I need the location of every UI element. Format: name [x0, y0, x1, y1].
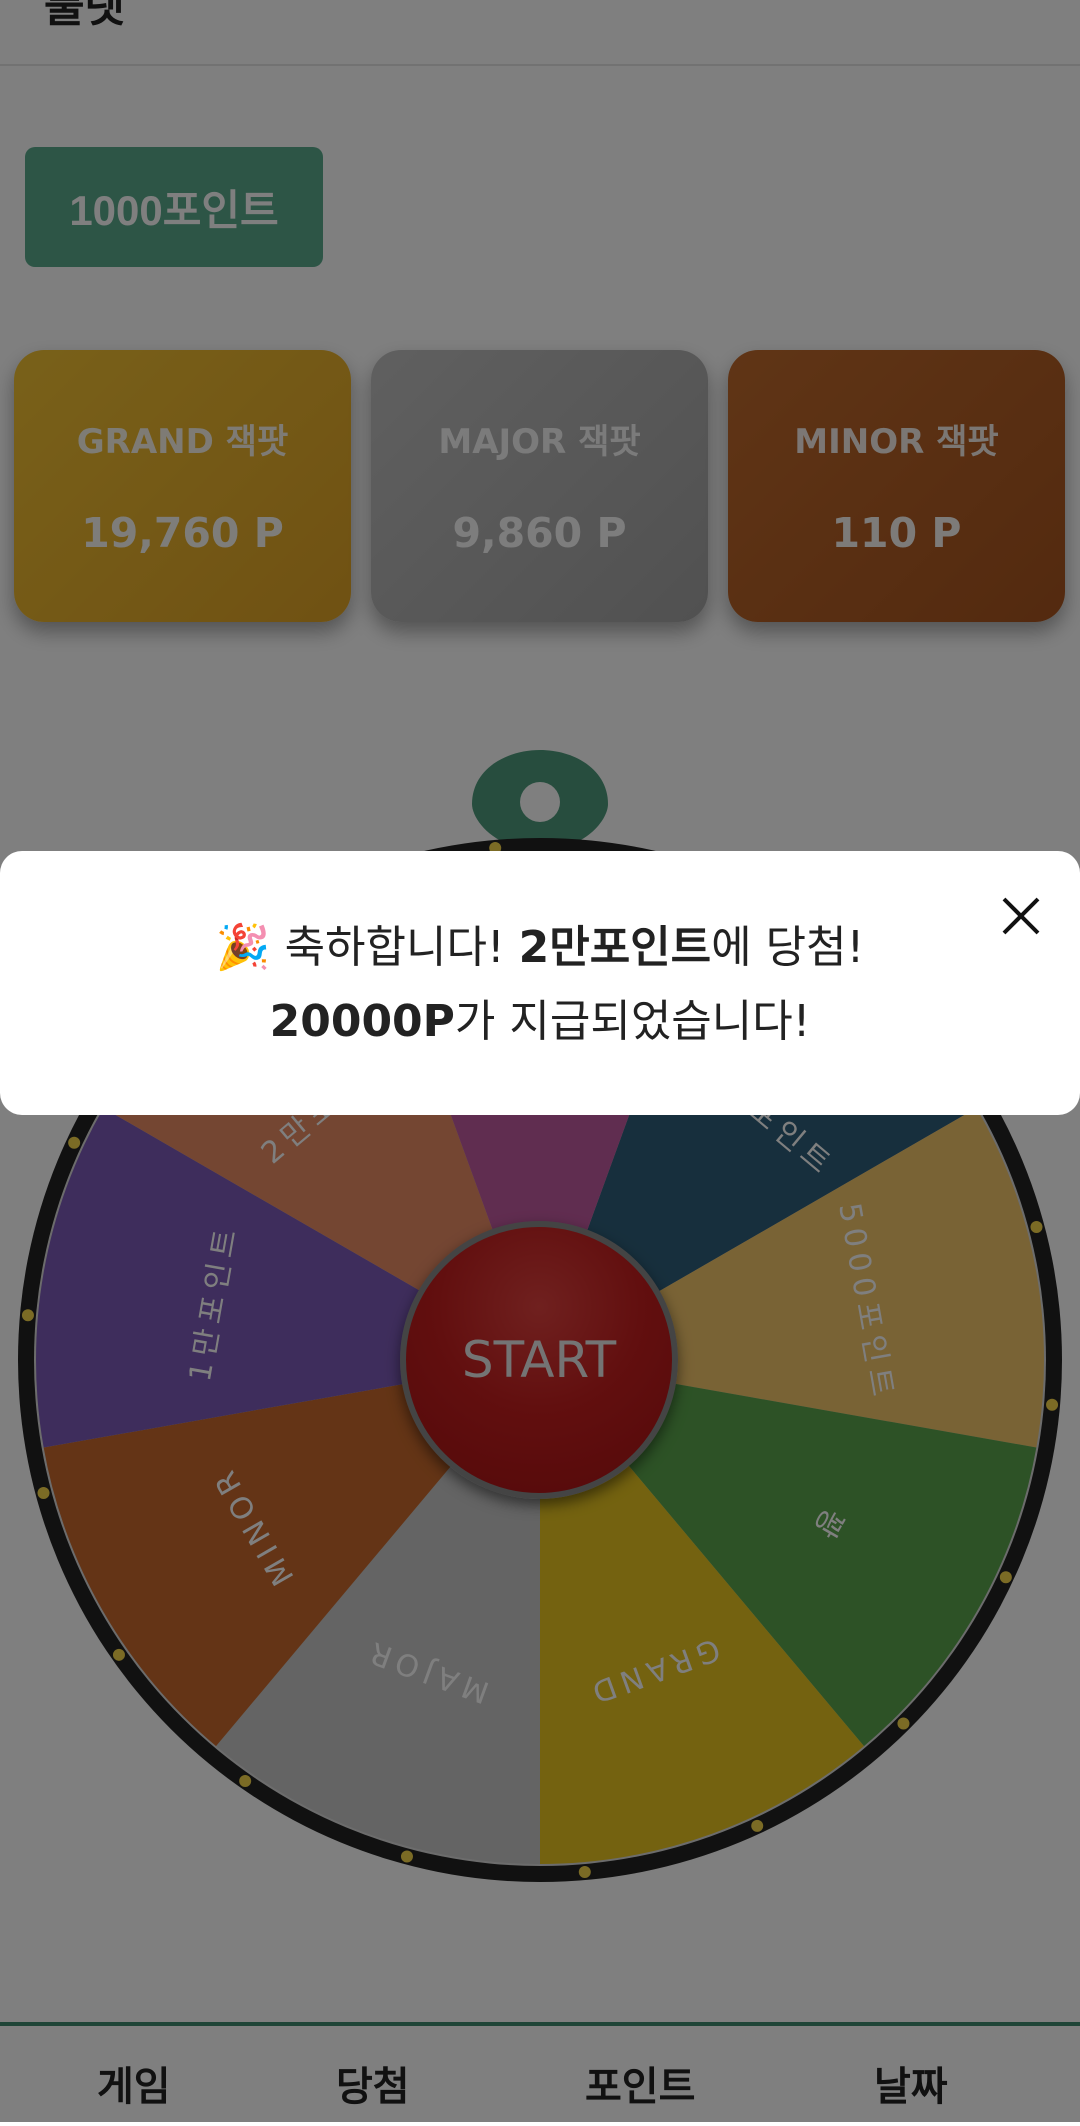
result-message-line-2: 20000P가 지급되었습니다!	[0, 985, 1080, 1049]
party-popper-icon: 🎉	[215, 922, 271, 973]
payout-suffix: 가 지급되었습니다!	[454, 996, 811, 1047]
result-modal: 🎉 축하합니다! 2만포인트에 당첨! 20000P가 지급되었습니다!	[0, 851, 1080, 1115]
result-message-line-1: 🎉 축하합니다! 2만포인트에 당첨!	[0, 911, 1080, 975]
close-icon[interactable]	[998, 893, 1044, 939]
prize-amount: 20000P	[269, 996, 455, 1047]
prize-name: 2만포인트	[518, 922, 712, 973]
win-suffix: 에 당첨!	[711, 922, 865, 973]
congrats-text: 축하합니다!	[284, 922, 519, 973]
